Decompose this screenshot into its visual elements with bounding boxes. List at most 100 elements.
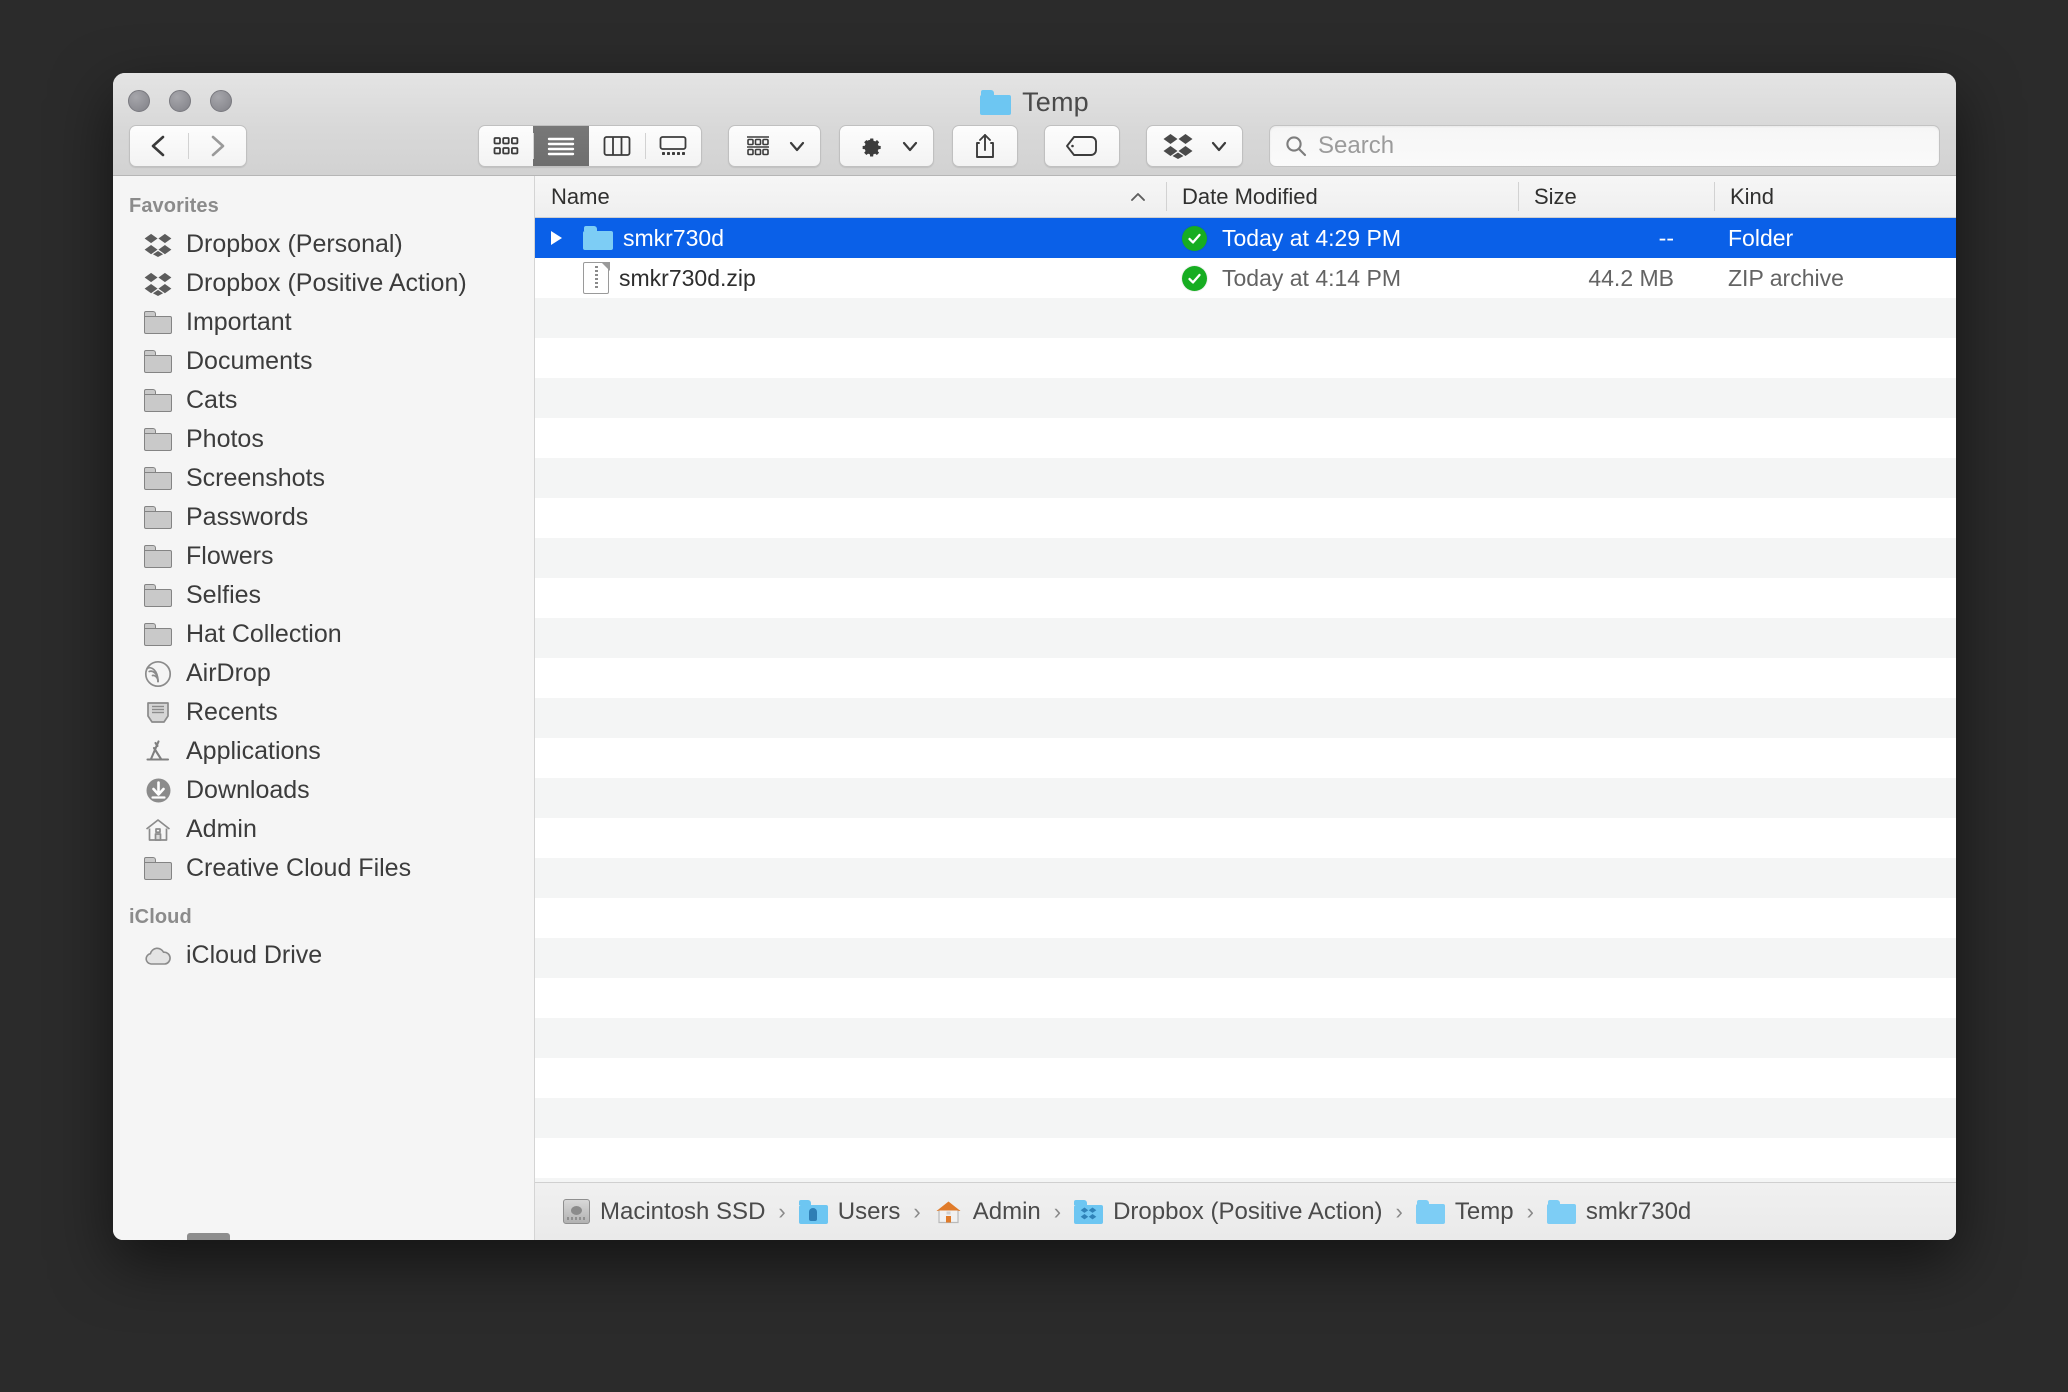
path-segment-admin[interactable]: Admin xyxy=(934,1198,1041,1226)
path-segment-label: Dropbox (Positive Action) xyxy=(1113,1197,1383,1225)
sidebar-item-label: Downloads xyxy=(186,776,310,804)
sidebar-item-icloud-drive[interactable]: iCloud Drive xyxy=(113,936,534,975)
arrange-by-button[interactable] xyxy=(729,126,820,166)
path-segment-temp[interactable]: Temp xyxy=(1415,1197,1514,1226)
column-header-kind[interactable]: Kind xyxy=(1714,176,1956,217)
path-segment-dropbox-positive-action[interactable]: Dropbox (Positive Action) xyxy=(1074,1197,1383,1226)
path-separator: › xyxy=(1395,1198,1403,1224)
empty-row xyxy=(535,418,1956,458)
sidebar-item-cats[interactable]: Cats xyxy=(113,381,534,420)
sidebar-item-dropbox-positive-action[interactable]: Dropbox (Positive Action) xyxy=(113,264,534,303)
list-view-button[interactable] xyxy=(533,126,589,166)
tag-icon xyxy=(1066,136,1097,156)
toolbar: Search xyxy=(113,121,1956,171)
icon-view-button[interactable] xyxy=(479,126,533,166)
row-size-cell: 44.2 MB xyxy=(1588,264,1674,291)
synced-check-icon xyxy=(1181,225,1207,251)
forward-button[interactable] xyxy=(188,126,246,166)
table-row[interactable]: smkr730d.zip Today at 4:14 PM 44.2 MB ZI… xyxy=(535,258,1956,298)
column-headers: Name Date Modified Size Kind xyxy=(535,176,1956,218)
row-name-text: smkr730d.zip xyxy=(619,264,756,291)
sidebar-item-flowers[interactable]: Flowers xyxy=(113,537,534,576)
sidebar-item-label: AirDrop xyxy=(186,659,271,687)
path-segment-label: Temp xyxy=(1454,1197,1514,1225)
sidebar-item-dropbox-personal[interactable]: Dropbox (Personal) xyxy=(113,225,534,264)
disclosure-triangle-icon[interactable] xyxy=(539,228,573,248)
empty-row xyxy=(535,458,1956,498)
finder-window: Temp Search Favorites Dropbox (Personal)… xyxy=(113,73,1956,1240)
share-button[interactable] xyxy=(953,126,1017,166)
path-segment-macintosh-ssd[interactable]: Macintosh SSD xyxy=(563,1198,765,1226)
row-sync-badge xyxy=(1166,258,1222,298)
sidebar-item-admin[interactable]: Admin xyxy=(113,810,534,849)
sidebar[interactable]: Favorites Dropbox (Personal) Dropbox (Po… xyxy=(113,176,535,1240)
search-field[interactable]: Search xyxy=(1269,125,1940,167)
share-control xyxy=(952,125,1018,167)
chevron-left-icon xyxy=(151,135,165,157)
desktop-background: Temp Search Favorites Dropbox (Personal)… xyxy=(0,0,2068,1392)
empty-row xyxy=(535,978,1956,1018)
column-view-button[interactable] xyxy=(589,126,645,166)
row-date-cell: Today at 4:14 PM xyxy=(1222,264,1401,291)
tags-control xyxy=(1044,125,1120,167)
sidebar-item-label: Screenshots xyxy=(186,464,325,492)
share-icon xyxy=(976,134,994,158)
sidebar-item-hat-collection[interactable]: Hat Collection xyxy=(113,615,534,654)
search-placeholder: Search xyxy=(1318,132,1395,159)
dropbox-menu-button[interactable] xyxy=(1147,126,1242,166)
back-button[interactable] xyxy=(130,126,188,166)
folder-icon xyxy=(143,349,173,375)
cloud-icon xyxy=(143,943,173,969)
column-header-date-modified[interactable]: Date Modified xyxy=(1166,176,1518,217)
sidebar-item-label: Important xyxy=(186,308,292,336)
table-row[interactable]: smkr730d Today at 4:29 PM -- Folder xyxy=(535,218,1956,258)
path-segment-label: Macintosh SSD xyxy=(600,1197,766,1225)
zoom-button[interactable] xyxy=(210,90,232,112)
arrange-grid-icon xyxy=(747,136,769,156)
sidebar-item-label: Applications xyxy=(186,737,321,765)
sidebar-item-creative-cloud-files[interactable]: Creative Cloud Files xyxy=(113,849,534,888)
empty-row xyxy=(535,938,1956,978)
close-button[interactable] xyxy=(128,90,150,112)
sidebar-item-passwords[interactable]: Passwords xyxy=(113,498,534,537)
action-menu-button[interactable] xyxy=(840,126,933,166)
gallery-view-button[interactable] xyxy=(645,126,701,166)
sidebar-item-documents[interactable]: Documents xyxy=(113,342,534,381)
minimize-button[interactable] xyxy=(169,90,191,112)
dropbox-folder-icon xyxy=(1074,1199,1104,1224)
column-header-label: Kind xyxy=(1730,183,1775,209)
tags-button[interactable] xyxy=(1045,126,1119,166)
sidebar-item-applications[interactable]: Applications xyxy=(113,732,534,771)
sidebar-item-recents[interactable]: Recents xyxy=(113,693,534,732)
folder-icon xyxy=(143,466,173,492)
window-body: Favorites Dropbox (Personal) Dropbox (Po… xyxy=(113,176,1956,1240)
path-separator: › xyxy=(913,1198,921,1224)
path-bar: Macintosh SSD › Users › Admin › Dropbox … xyxy=(535,1182,1956,1240)
sidebar-item-photos[interactable]: Photos xyxy=(113,420,534,459)
column-view-icon xyxy=(603,136,631,156)
sidebar-item-important[interactable]: Important xyxy=(113,303,534,342)
sidebar-item-label: Dropbox (Personal) xyxy=(186,230,403,258)
column-header-name[interactable]: Name xyxy=(535,176,1166,217)
sidebar-partial-item-sliver xyxy=(187,1233,230,1240)
path-segment-users[interactable]: Users xyxy=(798,1198,900,1226)
sidebar-item-airdrop[interactable]: AirDrop xyxy=(113,654,534,693)
sidebar-item-label: Flowers xyxy=(186,542,274,570)
list-view-icon xyxy=(547,137,575,156)
sidebar-section-header-favorites: Favorites xyxy=(129,195,219,217)
sidebar-item-label: Photos xyxy=(186,425,264,453)
blue-folder-icon xyxy=(1415,1199,1445,1224)
folder-icon xyxy=(143,505,173,531)
column-header-size[interactable]: Size xyxy=(1518,176,1714,217)
action-menu-control xyxy=(839,125,934,167)
empty-row xyxy=(535,538,1956,578)
column-header-label: Size xyxy=(1534,183,1577,209)
folder-icon xyxy=(143,388,173,414)
empty-row xyxy=(535,658,1956,698)
sidebar-item-selfies[interactable]: Selfies xyxy=(113,576,534,615)
folder-icon xyxy=(143,622,173,648)
path-segment-smkr730d[interactable]: smkr730d xyxy=(1546,1198,1691,1226)
sidebar-item-screenshots[interactable]: Screenshots xyxy=(113,459,534,498)
sidebar-item-downloads[interactable]: Downloads xyxy=(113,771,534,810)
empty-row xyxy=(535,1018,1956,1058)
